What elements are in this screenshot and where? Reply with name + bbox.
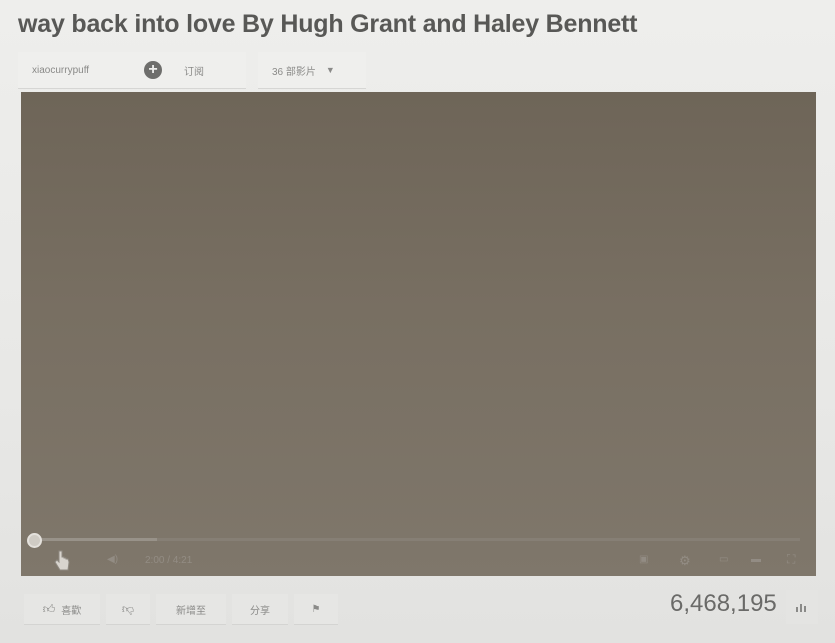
channel-name-link[interactable]: xiaocurrypuff (32, 65, 132, 76)
time-display: 2:00 / 4:21 (145, 555, 193, 566)
view-count: 6,468,195 (670, 590, 777, 617)
flag-icon: ⚑ (311, 603, 321, 615)
action-bar: 👍︎ 喜歡 👎︎ 新增至 分享 ⚑ 6,468,195 (18, 586, 818, 634)
watch-page: way back into love By Hugh Grant and Hal… (0, 0, 835, 643)
player-controls: ▶ ◀) 2:00 / 4:21 ▣ ⚙ ▭ ▬ ⛶ (21, 546, 816, 576)
dislike-button[interactable]: 👎︎ (106, 594, 150, 625)
subscribe-button[interactable]: 订阅 (184, 63, 204, 78)
video-player[interactable]: ▶ ◀) 2:00 / 4:21 ▣ ⚙ ▭ ▬ ⛶ (21, 92, 816, 576)
stats-button[interactable] (786, 590, 818, 624)
volume-icon[interactable]: ◀) (107, 554, 118, 565)
progress-bar[interactable] (35, 538, 800, 541)
large-player-icon[interactable]: ▬ (751, 554, 761, 565)
progress-fill (35, 538, 158, 541)
like-label: 喜歡 (61, 605, 82, 617)
share-button[interactable]: 分享 (232, 594, 288, 625)
thumbs-down-icon: 👎︎ (121, 601, 135, 616)
flag-button[interactable]: ⚑ (294, 594, 338, 625)
share-label: 分享 (250, 605, 270, 617)
stats-icon (796, 604, 806, 612)
video-count-label: 36 部影片 (272, 66, 316, 78)
mouse-cursor-icon (54, 550, 70, 571)
like-button[interactable]: 👍︎ 喜歡 (24, 594, 100, 625)
settings-icon[interactable]: ⚙ (679, 553, 691, 569)
small-player-icon[interactable]: ▭ (719, 554, 728, 565)
fullscreen-icon[interactable]: ⛶ (787, 552, 795, 567)
add-to-button[interactable]: 新增至 (156, 594, 226, 625)
plus-circle-icon[interactable]: + (144, 61, 162, 79)
channel-owner-bar: xiaocurrypuff + 订阅 (18, 52, 246, 89)
add-to-label: 新增至 (176, 605, 206, 617)
video-count-dropdown[interactable]: 36 部影片 ▼ (258, 52, 366, 89)
caret-down-icon: ▼ (325, 65, 335, 75)
thumbs-up-icon: 👍︎ (42, 601, 56, 616)
captions-icon[interactable]: ▣ (639, 554, 648, 565)
video-title: way back into love By Hugh Grant and Hal… (18, 10, 638, 38)
